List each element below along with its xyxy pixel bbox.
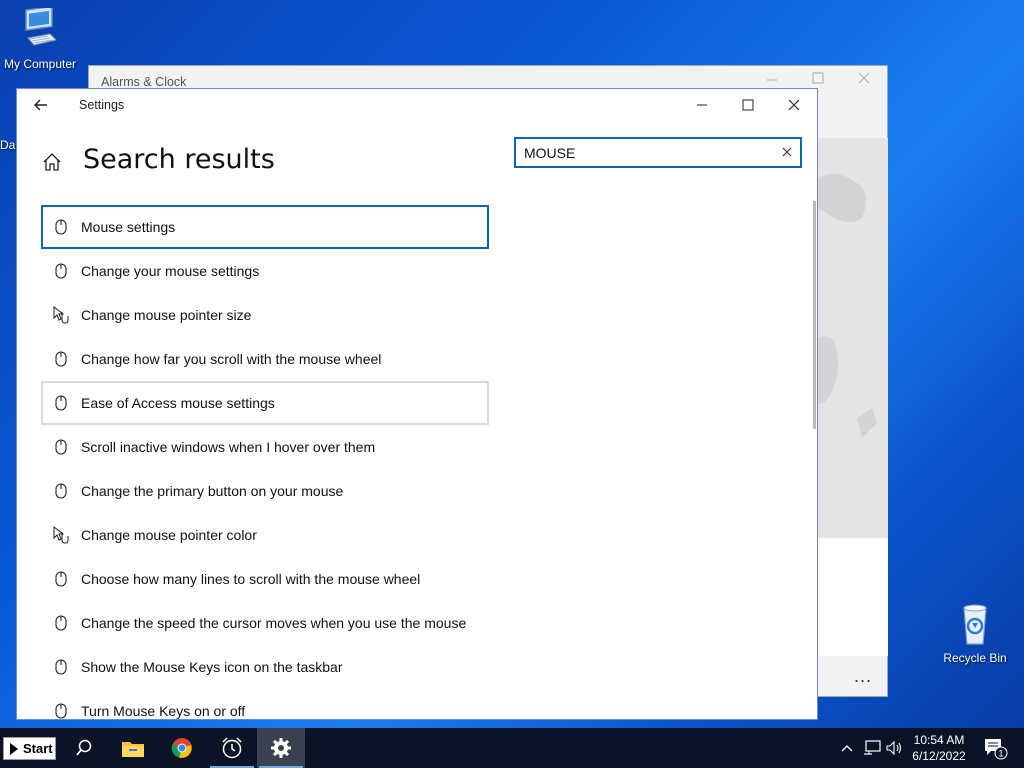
network-button[interactable] <box>861 728 883 768</box>
search-result-label: Change mouse pointer color <box>81 527 257 543</box>
mouse-icon <box>53 218 69 236</box>
taskbar-alarms-clock[interactable] <box>208 728 256 768</box>
page-title: Search results <box>83 144 275 175</box>
search-box[interactable] <box>514 137 802 168</box>
search-result-label: Change the primary button on your mouse <box>81 483 344 499</box>
search-icon <box>76 739 92 756</box>
chevron-up-icon <box>841 745 853 752</box>
mouse-icon <box>53 394 69 412</box>
taskbar-settings[interactable] <box>257 728 305 768</box>
recycle-bin-icon <box>963 604 987 645</box>
mouse-icon <box>53 262 69 280</box>
settings-gear-icon <box>271 738 291 758</box>
desktop-icon-my-computer[interactable]: My Computer <box>0 5 80 71</box>
alarms-lower-panel <box>817 538 888 656</box>
search-result-label: Change mouse pointer size <box>81 307 252 323</box>
search-result-label: Change how far you scroll with the mouse… <box>81 351 382 367</box>
search-result-label: Scroll inactive windows when I hover ove… <box>81 439 376 455</box>
search-result-label: Turn Mouse Keys on or off <box>81 703 246 719</box>
search-result-label: Show the Mouse Keys icon on the taskbar <box>81 659 343 675</box>
world-map <box>817 138 888 538</box>
back-button[interactable] <box>31 95 51 115</box>
back-arrow-icon <box>34 99 47 111</box>
close-button[interactable] <box>771 89 817 121</box>
minimize-icon <box>697 104 707 106</box>
search-result-label: Change your mouse settings <box>81 263 260 279</box>
clear-search-button[interactable] <box>780 145 794 159</box>
computer-icon <box>25 5 57 46</box>
volume-icon <box>886 740 902 756</box>
search-result-label: Choose how many lines to scroll with the… <box>81 571 421 587</box>
settings-window[interactable]: Settings Search results Mouse settings Ch… <box>16 88 818 720</box>
taskbar-search-button[interactable] <box>60 728 108 768</box>
mouse-icon <box>53 614 69 632</box>
clock[interactable]: 10:54 AM 6/12/2022 <box>905 732 973 764</box>
search-result-item[interactable]: Turn Mouse Keys on or off <box>41 689 489 719</box>
window-title: Settings <box>79 98 125 112</box>
search-result-label: Change the speed the cursor moves when y… <box>81 615 467 631</box>
alarms-clock-icon <box>222 737 242 759</box>
maximize-icon[interactable] <box>811 70 825 87</box>
minimize-button[interactable] <box>679 89 725 121</box>
taskbar: Start 10:54 AM 6/12/2022 1 <box>0 728 1024 768</box>
clock-time: 10:54 AM <box>913 733 965 747</box>
pointer-icon <box>53 306 69 324</box>
desktop-icon-label: Recycle Bin <box>943 651 1007 665</box>
desktop-icon-partial-label: Da <box>0 138 16 152</box>
chrome-icon <box>171 738 192 758</box>
maximize-button[interactable] <box>725 89 771 121</box>
search-result-item[interactable]: Change your mouse settings <box>41 249 489 293</box>
mouse-icon <box>53 702 69 719</box>
search-result-item[interactable]: Change the primary button on your mouse <box>41 469 489 513</box>
notification-count: 1 <box>998 749 1003 759</box>
taskbar-file-explorer[interactable] <box>109 728 157 768</box>
window-title: Alarms & Clock <box>101 75 187 89</box>
file-explorer-icon <box>122 742 144 757</box>
mouse-icon <box>53 570 69 588</box>
search-result-item[interactable]: Mouse settings <box>41 205 489 249</box>
start-label: Start <box>23 741 53 756</box>
start-button[interactable]: Start <box>3 737 56 760</box>
search-result-item[interactable]: Change mouse pointer size <box>41 293 489 337</box>
close-icon[interactable] <box>857 70 871 87</box>
more-options-button[interactable]: ... <box>854 666 872 687</box>
clock-date: 6/12/2022 <box>912 749 966 763</box>
scrollbar[interactable] <box>813 201 816 429</box>
search-result-item[interactable]: Scroll inactive windows when I hover ove… <box>41 425 489 469</box>
minimize-icon[interactable] <box>765 70 779 87</box>
search-result-label: Ease of Access mouse settings <box>81 395 275 411</box>
search-result-item[interactable]: Ease of Access mouse settings <box>41 381 489 425</box>
search-result-item[interactable]: Show the Mouse Keys icon on the taskbar <box>41 645 489 689</box>
volume-button[interactable] <box>884 728 906 768</box>
close-icon <box>782 147 792 157</box>
mouse-icon <box>53 658 69 676</box>
search-input[interactable] <box>524 143 774 163</box>
network-icon <box>864 740 881 755</box>
close-icon <box>788 99 800 111</box>
show-hidden-icons-button[interactable] <box>838 728 856 768</box>
search-results-list: Mouse settings Change your mouse settings… <box>41 205 489 719</box>
desktop-icon-label: My Computer <box>3 57 77 71</box>
search-result-item[interactable]: Change how far you scroll with the mouse… <box>41 337 489 381</box>
maximize-icon <box>742 99 754 111</box>
search-result-item[interactable]: Change mouse pointer color <box>41 513 489 557</box>
home-icon <box>43 153 61 171</box>
desktop-icon-recycle-bin[interactable]: Recycle Bin <box>935 602 1015 665</box>
mouse-icon <box>53 438 69 456</box>
notification-icon: 1 <box>985 739 1008 760</box>
taskbar-chrome[interactable] <box>158 728 206 768</box>
home-button[interactable] <box>41 151 63 173</box>
search-result-label: Mouse settings <box>81 219 176 235</box>
start-arrow-icon <box>10 742 18 755</box>
mouse-icon <box>53 482 69 500</box>
search-result-item[interactable]: Change the speed the cursor moves when y… <box>41 601 489 645</box>
action-center-button[interactable]: 1 <box>980 728 1010 768</box>
mouse-icon <box>53 350 69 368</box>
title-bar[interactable]: Settings <box>17 89 817 121</box>
pointer-icon <box>53 526 69 544</box>
search-result-item[interactable]: Choose how many lines to scroll with the… <box>41 557 489 601</box>
